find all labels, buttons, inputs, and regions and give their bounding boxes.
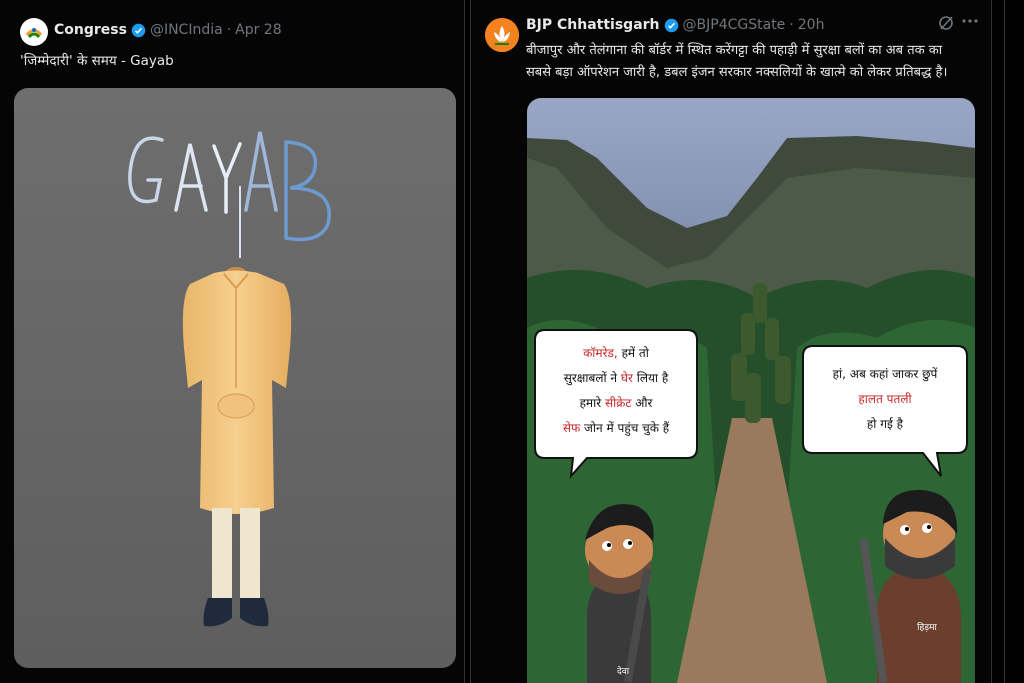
verified-badge-icon: [664, 18, 678, 32]
congress-avatar[interactable]: [20, 18, 48, 46]
svg-text:हमारे सीक्रेट और: हमारे सीक्रेट और: [580, 396, 654, 410]
bubble-text-red: हालत पतली: [858, 392, 912, 406]
bjp-avatar[interactable]: [485, 18, 519, 52]
tweet-bjp-chhattisgarh[interactable]: BJP Chhattisgarh @BJP4CGState · 20h बीजा…: [470, 0, 992, 683]
lotus-logo-icon: [485, 18, 519, 52]
grok-icon[interactable]: [937, 14, 955, 36]
bubble-text: लिया है: [633, 371, 669, 385]
next-tweet-edge: [1004, 0, 1024, 683]
tweet-header: Congress @INCIndia · Apr 28: [54, 22, 282, 38]
more-icon[interactable]: [961, 12, 979, 34]
tweet-image[interactable]: कॉमरेड, हमें तो सुरक्षाबलों ने घेर लिया …: [527, 98, 975, 683]
svg-text:कॉमरेड, हमें तो: कॉमरेड, हमें तो: [583, 346, 650, 360]
congress-logo-icon: [21, 19, 47, 45]
bubble-text: हमें तो: [618, 346, 650, 360]
svg-text:सुरक्षाबलों ने घेर लिया है: सुरक्षाबलों ने घेर लिया है: [564, 371, 669, 386]
left-character-deva: देवा: [585, 504, 654, 683]
tweet-text-line-2: सबसे बड़ा ऑपरेशन जारी है, डबल इंजन सरकार…: [526, 65, 948, 80]
tweet-date[interactable]: Apr 28: [235, 22, 281, 38]
character-label-hidma: हिड़मा: [917, 621, 937, 633]
bubble-text-red: सीक्रेट: [605, 396, 632, 410]
author-handle[interactable]: @INCIndia: [150, 22, 223, 38]
tweet-congress[interactable]: Congress @INCIndia · Apr 28 'जिम्मेदारी'…: [0, 0, 465, 683]
separator-dot: ·: [226, 22, 232, 38]
svg-text:सेफ जोन में पहुंच चुके हैं: सेफ जोन में पहुंच चुके हैं: [563, 421, 670, 436]
bubble-text: हो गई है: [867, 417, 904, 431]
bubble-text: सुरक्षाबलों ने: [564, 371, 621, 386]
tweet-text-line-1: बीजापुर और तेलंगाना की बॉर्डर में स्थित …: [526, 43, 943, 58]
bubble-text: हमारे: [580, 396, 605, 410]
tweet-header: BJP Chhattisgarh @BJP4CGState · 20h: [526, 17, 824, 33]
left-speech-bubble: कॉमरेड, हमें तो सुरक्षाबलों ने घेर लिया …: [534, 329, 698, 480]
bubble-text-red: सेफ: [563, 421, 581, 435]
bubble-text: हां, अब कहां जाकर छुपें: [833, 367, 938, 382]
tweet-image[interactable]: [14, 88, 456, 668]
tweet-time[interactable]: 20h: [798, 17, 825, 33]
author-name[interactable]: BJP Chhattisgarh: [526, 17, 660, 33]
gayab-illustration: [14, 88, 456, 668]
tweet-text: 'जिम्मेदारी' के समय - Gayab: [20, 53, 174, 69]
bubble-text: जोन में पहुंच चुके हैं: [580, 421, 670, 436]
cartoon-illustration: कॉमरेड, हमें तो सुरक्षाबलों ने घेर लिया …: [527, 98, 975, 683]
separator-dot: ·: [789, 17, 794, 33]
author-name[interactable]: Congress: [54, 22, 127, 38]
bubble-text-red: कॉमरेड,: [583, 346, 618, 360]
verified-badge-icon: [131, 23, 146, 37]
bubble-text: और: [631, 396, 653, 410]
character-label-deva: देवा: [617, 665, 630, 677]
author-handle[interactable]: @BJP4CGState: [683, 17, 786, 33]
